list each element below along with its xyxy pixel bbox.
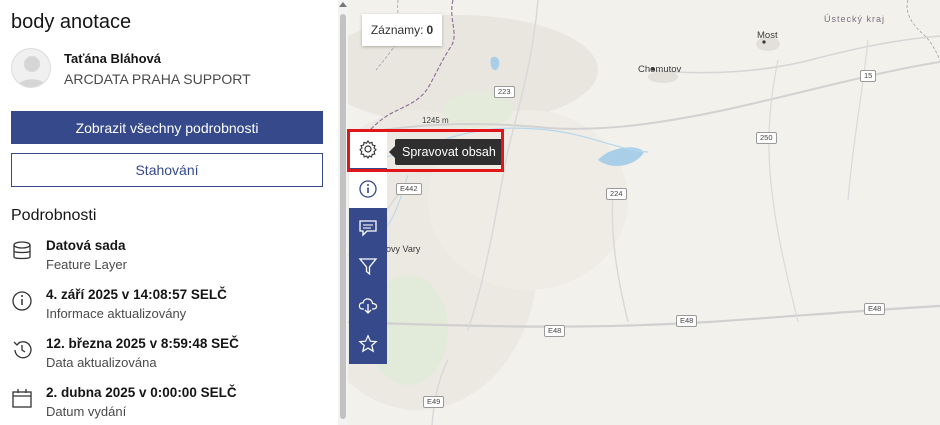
- detail-subtitle: Feature Layer: [46, 257, 127, 272]
- favorite-button[interactable]: [349, 325, 387, 363]
- calendar-icon: [12, 389, 32, 408]
- road-shield: E442: [396, 183, 422, 195]
- download-button[interactable]: Stahování: [11, 153, 323, 187]
- avatar[interactable]: [11, 48, 51, 88]
- download-data-button[interactable]: [349, 286, 387, 324]
- detail-subtitle: Datum vydání: [46, 404, 127, 419]
- scrollbar-thumb[interactable]: [340, 14, 346, 419]
- info-icon: [12, 291, 32, 311]
- detail-title: 2. dubna 2025 v 0:00:00 SELČ: [46, 385, 237, 400]
- detail-title: 4. září 2025 v 14:08:57 SELČ: [46, 287, 227, 302]
- region-label: Ústecký kraj: [824, 14, 886, 24]
- detail-subtitle: Informace aktualizovány: [46, 306, 187, 321]
- panel-scrollbar[interactable]: [338, 0, 348, 425]
- map-view[interactable]: Záznamy: 0 Ústecký kraj Most Chomutov ov…: [348, 0, 940, 425]
- details-panel: body anotace Taťána Bláhová ARCDATA PRAH…: [0, 0, 338, 425]
- detail-item-published: 2. dubna 2025 v 0:00:00 SELČ Datum vydán…: [11, 385, 331, 425]
- detail-title: 12. března 2025 v 8:59:48 SEČ: [46, 336, 239, 351]
- road-shield: 250: [756, 132, 777, 144]
- detail-item-info-updated: 4. září 2025 v 14:08:57 SELČ Informace a…: [11, 287, 331, 327]
- road-shield: 223: [494, 86, 515, 98]
- comments-button[interactable]: [349, 209, 387, 247]
- owner-organization: ARCDATA PRAHA SUPPORT: [64, 71, 251, 87]
- scroll-up-arrow-icon[interactable]: [339, 2, 347, 7]
- detail-item-data-updated: 12. března 2025 v 8:59:48 SEČ Data aktua…: [11, 336, 331, 376]
- road-shield: E48: [676, 315, 698, 327]
- manage-content-button[interactable]: [349, 130, 387, 168]
- gear-icon: [359, 140, 377, 159]
- filter-button[interactable]: [349, 247, 387, 285]
- page-title: body anotace: [11, 11, 132, 33]
- detail-subtitle: Data aktualizována: [46, 355, 157, 370]
- info-icon: [359, 180, 377, 198]
- info-button[interactable]: [349, 170, 387, 208]
- details-heading: Podrobnosti: [11, 207, 97, 224]
- road-shield: E48: [864, 303, 886, 315]
- elevation-label: 1245 m: [422, 116, 449, 125]
- records-count-box: Záznamy: 0: [362, 14, 442, 46]
- view-all-details-button[interactable]: Zobrazit všechny podrobnosti: [11, 111, 323, 144]
- star-icon: [358, 334, 378, 353]
- road: [847, 39, 869, 201]
- city-label-vary: ovy Vary: [386, 244, 421, 254]
- filter-icon: [358, 258, 378, 276]
- terrain-shade: [428, 110, 628, 290]
- city-label-most: Most: [757, 30, 778, 41]
- cloud-download-icon: [358, 298, 378, 314]
- history-icon: [13, 341, 32, 359]
- road-shield: E49: [423, 396, 445, 408]
- records-count: 0: [426, 23, 434, 37]
- road-shield: E48: [544, 325, 566, 337]
- database-icon: [13, 241, 31, 260]
- road-shield: 224: [606, 188, 627, 200]
- user-icon: [16, 56, 48, 87]
- records-label: Záznamy:: [370, 23, 424, 37]
- detail-item-dataset: Datová sada Feature Layer: [11, 238, 331, 278]
- city-label-chomutov: Chomutov: [638, 64, 682, 75]
- road: [647, 35, 940, 74]
- detail-title: Datová sada: [46, 238, 126, 253]
- road-shield: 15: [860, 70, 877, 82]
- owner-name[interactable]: Taťána Bláhová: [64, 51, 161, 66]
- manage-content-tooltip: Spravovat obsah: [389, 139, 503, 165]
- comment-icon: [359, 220, 377, 237]
- map-toolbar: [349, 130, 387, 364]
- district-border: [906, 0, 940, 61]
